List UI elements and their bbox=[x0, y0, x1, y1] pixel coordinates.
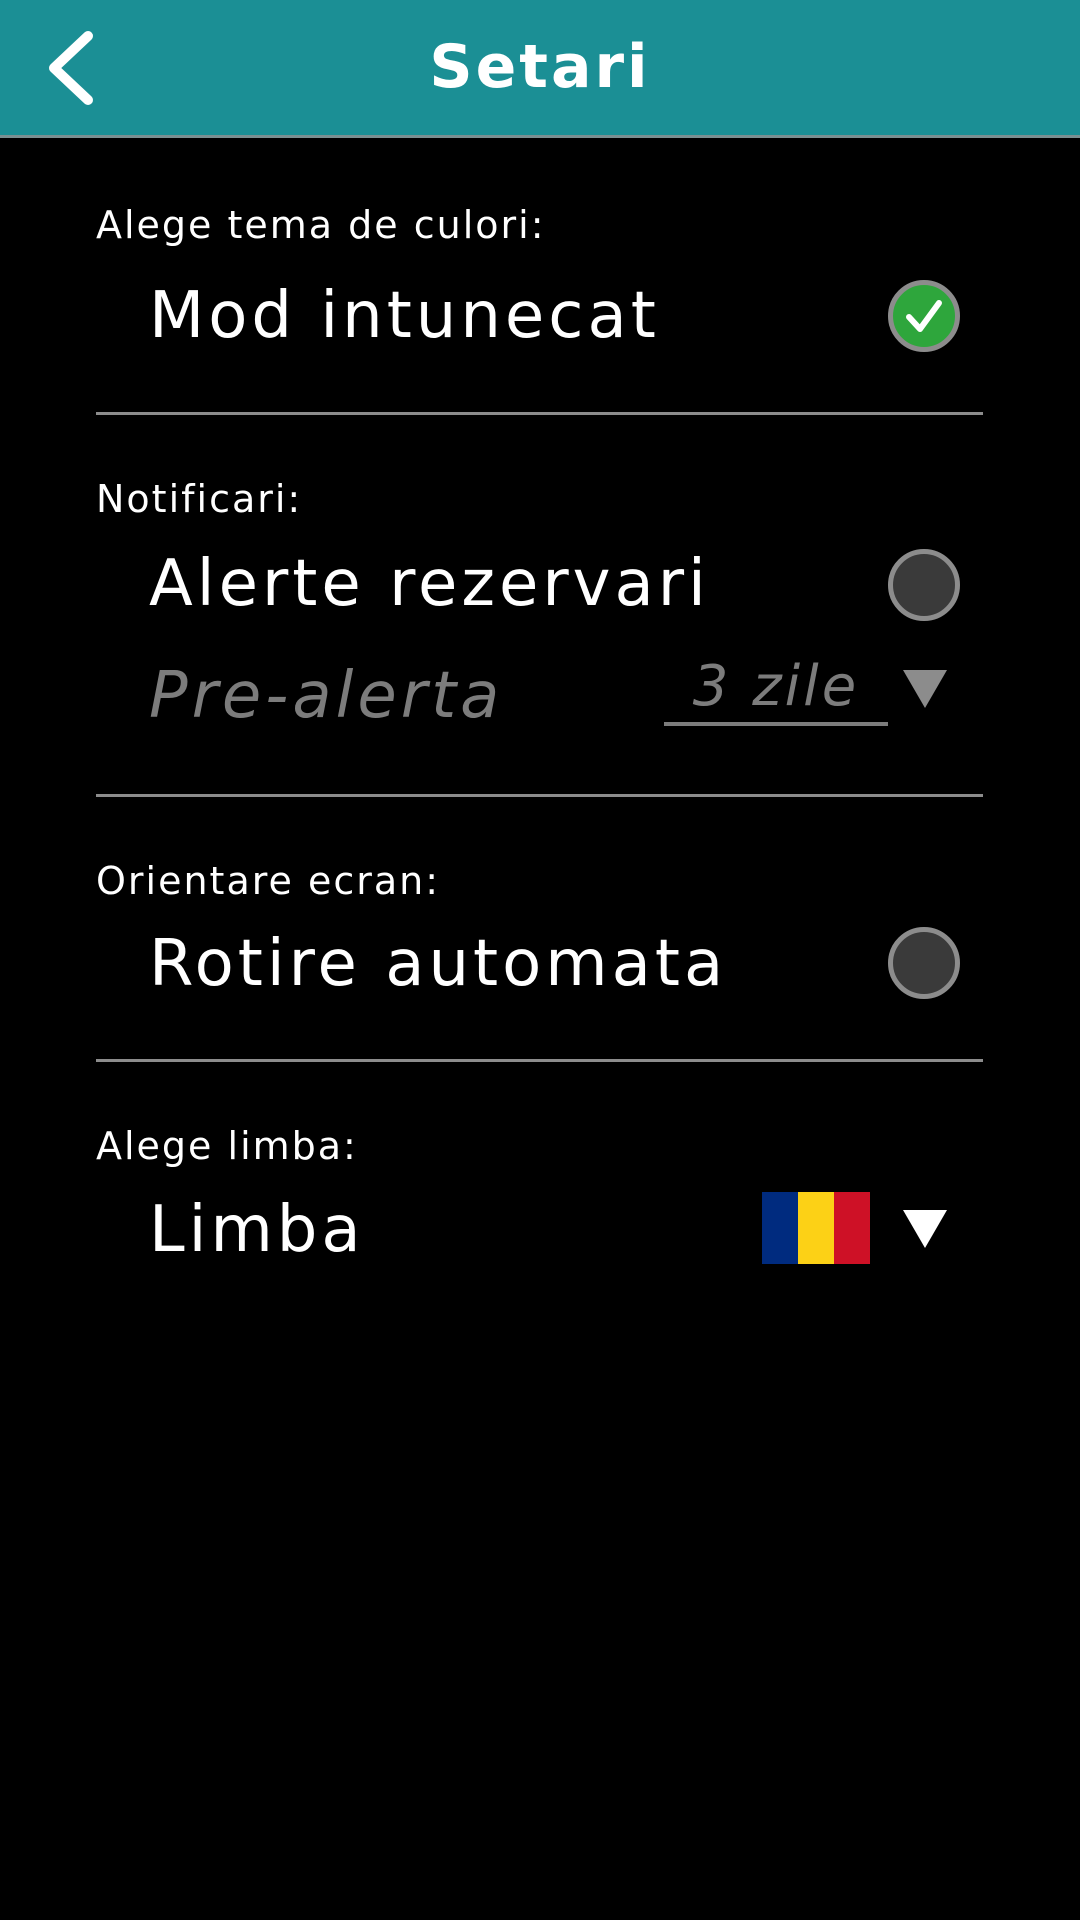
notifications-section-label: Notificari: bbox=[96, 477, 303, 521]
dark-mode-label: Mod intunecat bbox=[149, 279, 660, 353]
divider bbox=[96, 1059, 983, 1062]
checkmark-icon bbox=[906, 300, 942, 332]
pre-alert-dropdown[interactable]: 3 zile bbox=[664, 654, 888, 726]
flag-stripe-red bbox=[834, 1192, 870, 1264]
dark-mode-toggle[interactable] bbox=[888, 280, 960, 352]
romanian-flag-icon[interactable] bbox=[762, 1192, 870, 1264]
dropdown-arrow-icon[interactable] bbox=[903, 670, 947, 708]
divider bbox=[96, 412, 983, 415]
language-section-label: Alege limba: bbox=[96, 1124, 358, 1168]
page-title: Setari bbox=[429, 32, 651, 102]
booking-alerts-toggle[interactable] bbox=[888, 549, 960, 621]
language-dropdown-arrow-icon[interactable] bbox=[903, 1210, 947, 1248]
theme-section-label: Alege tema de culori: bbox=[96, 203, 546, 247]
auto-rotate-toggle[interactable] bbox=[888, 927, 960, 999]
booking-alerts-label: Alerte rezervari bbox=[149, 547, 710, 621]
flag-stripe-yellow bbox=[798, 1192, 834, 1264]
auto-rotate-label: Rotire automata bbox=[149, 927, 728, 1001]
language-label: Limba bbox=[149, 1193, 365, 1267]
divider bbox=[96, 794, 983, 797]
orientation-section-label: Orientare ecran: bbox=[96, 859, 441, 903]
flag-stripe-blue bbox=[762, 1192, 798, 1264]
app-header: Setari bbox=[0, 0, 1080, 138]
pre-alert-label: Pre-alerta bbox=[149, 659, 504, 733]
